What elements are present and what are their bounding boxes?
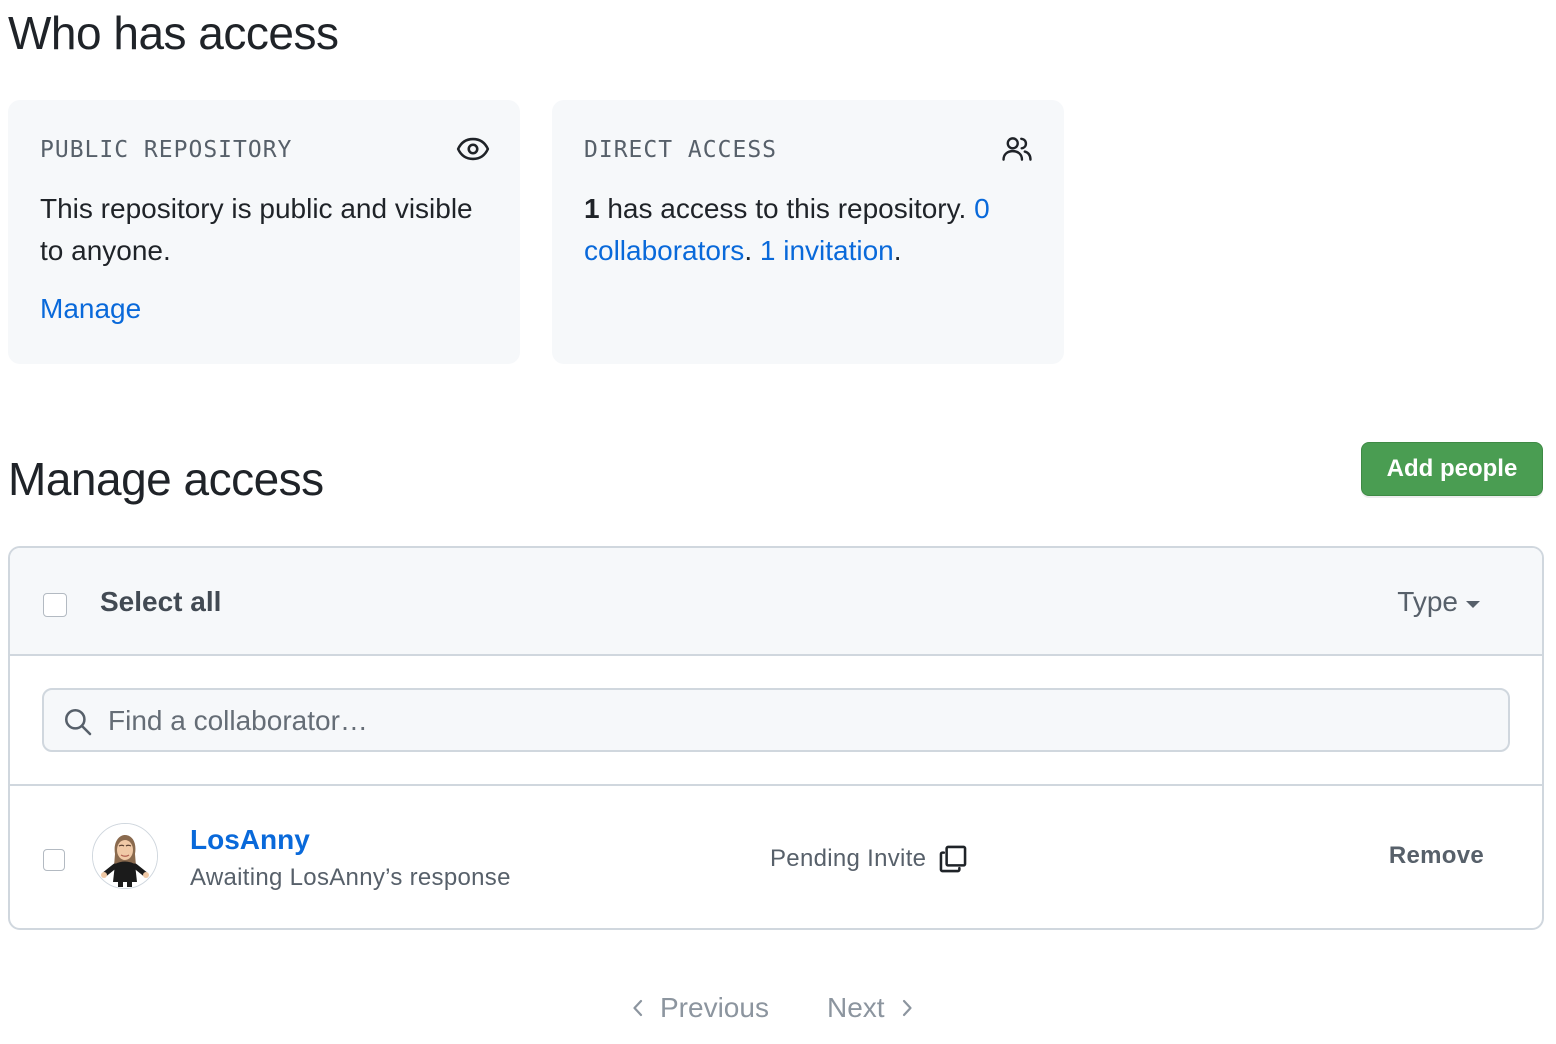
public-repository-description: This repository is public and visible to… [40, 193, 473, 266]
separator-text: . [744, 235, 760, 266]
pagination: Previous Next [0, 992, 1556, 1032]
find-collaborator-input[interactable] [106, 690, 1490, 752]
people-icon [1002, 137, 1032, 161]
chevron-right-icon [902, 999, 912, 1017]
type-filter-label: Type [1397, 586, 1458, 617]
table-header: Select all Type [10, 548, 1542, 656]
copy-icon[interactable] [936, 842, 970, 876]
type-filter-dropdown[interactable]: Type [1397, 586, 1480, 618]
public-repository-card: PUBLIC REPOSITORY This repository is pub… [8, 100, 520, 364]
next-button[interactable]: Next [827, 992, 915, 1024]
end-period: . [893, 235, 902, 266]
table-row: LosAnny Awaiting LosAnny’s response Pend… [10, 786, 1542, 928]
who-has-access-heading: Who has access [8, 7, 339, 59]
manage-access-heading: Manage access [8, 453, 324, 505]
previous-label: Previous [660, 992, 769, 1023]
public-repository-label: PUBLIC REPOSITORY [40, 137, 293, 163]
search-icon [64, 708, 92, 736]
pending-invite: Pending Invite [770, 842, 970, 876]
remove-button[interactable]: Remove [1389, 842, 1484, 870]
access-text: has access to this repository. [599, 193, 975, 224]
avatar[interactable] [92, 823, 158, 889]
previous-button[interactable]: Previous [630, 992, 769, 1024]
member-name-link[interactable]: LosAnny [190, 824, 310, 856]
pending-invite-label: Pending Invite [770, 845, 927, 872]
search-box[interactable] [42, 688, 1510, 752]
direct-access-card: DIRECT ACCESS 1 has access to this repos… [552, 100, 1064, 364]
direct-access-label: DIRECT ACCESS [584, 137, 778, 163]
search-section [10, 656, 1542, 786]
direct-access-description: 1 has access to this repository. 0 colla… [584, 188, 1034, 272]
member-status-text: Awaiting LosAnny’s response [190, 864, 511, 891]
access-count: 1 [584, 193, 600, 224]
row-checkbox[interactable] [43, 849, 65, 871]
memoji-avatar-icon [93, 824, 157, 888]
chevron-left-icon [633, 999, 643, 1017]
select-all-label: Select all [100, 586, 222, 617]
select-all-checkbox[interactable] [43, 593, 67, 617]
manage-visibility-link[interactable]: Manage [40, 293, 141, 325]
add-people-button[interactable]: Add people [1361, 442, 1543, 496]
caret-down-icon [1466, 600, 1480, 608]
invitations-link[interactable]: 1 invitation [760, 235, 894, 266]
access-table: Select all Type Find a collaborator… Los… [8, 546, 1544, 930]
eye-icon [456, 137, 490, 161]
next-label: Next [827, 992, 885, 1023]
